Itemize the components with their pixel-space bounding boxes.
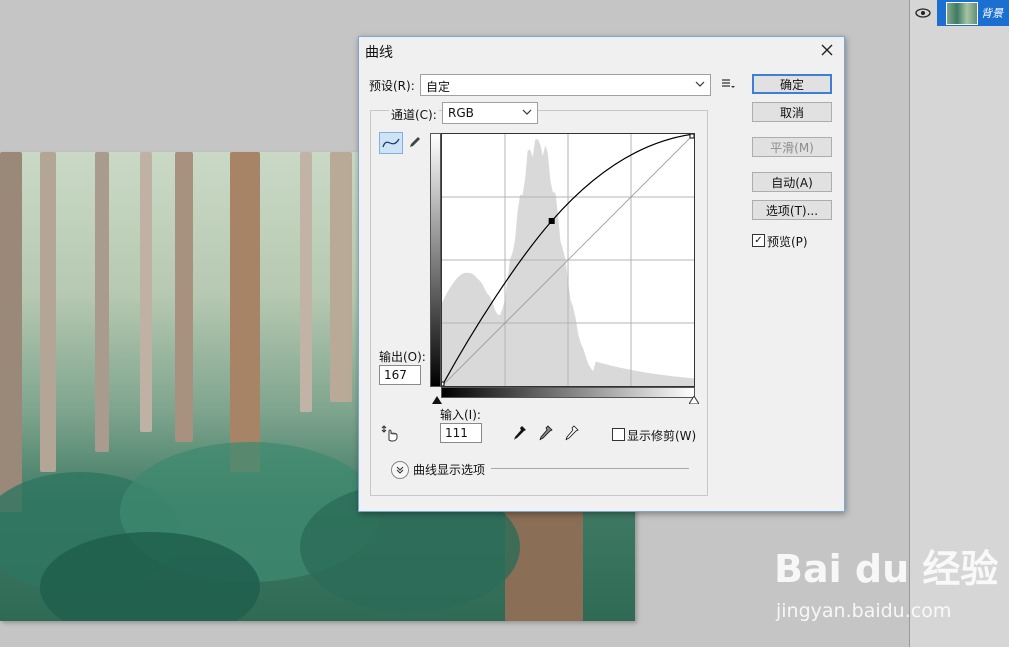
preview-label: 预览(P) bbox=[767, 235, 808, 249]
selected-curve-point bbox=[548, 217, 555, 224]
output-field[interactable]: 167 bbox=[379, 365, 421, 385]
channel-label: 通道(C): bbox=[389, 106, 439, 123]
close-icon[interactable] bbox=[817, 40, 837, 60]
preset-value: 自定 bbox=[426, 80, 451, 94]
section-divider bbox=[491, 468, 689, 469]
watermark-logo: Bai du 经验 bbox=[774, 547, 999, 591]
output-label: 输出(O): bbox=[379, 350, 426, 364]
curve-point bbox=[439, 381, 445, 387]
show-clipping-label: 显示修剪(W) bbox=[627, 429, 697, 443]
curve-point-tool-icon[interactable] bbox=[379, 132, 403, 154]
chevron-down-icon bbox=[522, 106, 532, 120]
channel-select[interactable]: RGB bbox=[442, 102, 538, 124]
layer-active-highlight[interactable]: 背景 bbox=[937, 0, 1009, 26]
hand-adjust-icon[interactable] bbox=[379, 423, 401, 443]
visibility-eye-icon[interactable] bbox=[913, 4, 933, 22]
auto-button[interactable]: 自动(A) bbox=[752, 172, 832, 192]
watermark-url: jingyan.baidu.com bbox=[776, 600, 952, 622]
layer-row-background[interactable]: 背景 bbox=[910, 0, 1009, 26]
white-eyedropper-icon[interactable] bbox=[561, 423, 583, 443]
preset-select[interactable]: 自定 bbox=[420, 74, 711, 96]
curves-dialog: 曲线 预设(R): 自定 确定 取消 平滑(M) 自动(A) 选项(T)... … bbox=[358, 36, 845, 512]
input-label: 输入(I): bbox=[440, 408, 481, 422]
black-eyedropper-icon[interactable] bbox=[509, 423, 531, 443]
input-gradient-bar bbox=[441, 387, 695, 398]
white-point-slider-icon[interactable] bbox=[688, 395, 700, 405]
curve-point bbox=[689, 133, 695, 139]
pencil-icon[interactable] bbox=[404, 132, 426, 152]
baidu-watermark: Bai du 经验 jingyan.baidu.com bbox=[774, 538, 1009, 628]
output-gradient-bar bbox=[430, 133, 441, 387]
chevron-down-icon bbox=[695, 78, 705, 92]
layer-thumbnail bbox=[946, 2, 978, 25]
show-clipping-checkbox[interactable] bbox=[612, 428, 625, 441]
cancel-button[interactable]: 取消 bbox=[752, 102, 832, 122]
smooth-button: 平滑(M) bbox=[752, 137, 832, 157]
options-button[interactable]: 选项(T)... bbox=[752, 200, 832, 220]
layer-name: 背景 bbox=[981, 7, 1003, 20]
curve-display-options-label: 曲线显示选项 bbox=[413, 463, 486, 477]
expand-options-icon[interactable] bbox=[391, 461, 409, 479]
dialog-title: 曲线 bbox=[365, 45, 393, 61]
input-field[interactable]: 111 bbox=[440, 423, 482, 443]
ok-button[interactable]: 确定 bbox=[752, 74, 832, 94]
preview-checkbox[interactable]: ✓ bbox=[752, 234, 765, 247]
preset-options-icon[interactable] bbox=[717, 74, 739, 94]
gray-eyedropper-icon[interactable] bbox=[535, 423, 557, 443]
channel-value: RGB bbox=[448, 106, 474, 120]
curves-graph[interactable] bbox=[439, 133, 695, 387]
black-point-slider-icon[interactable] bbox=[431, 395, 443, 405]
preset-label: 预设(R): bbox=[369, 79, 415, 93]
